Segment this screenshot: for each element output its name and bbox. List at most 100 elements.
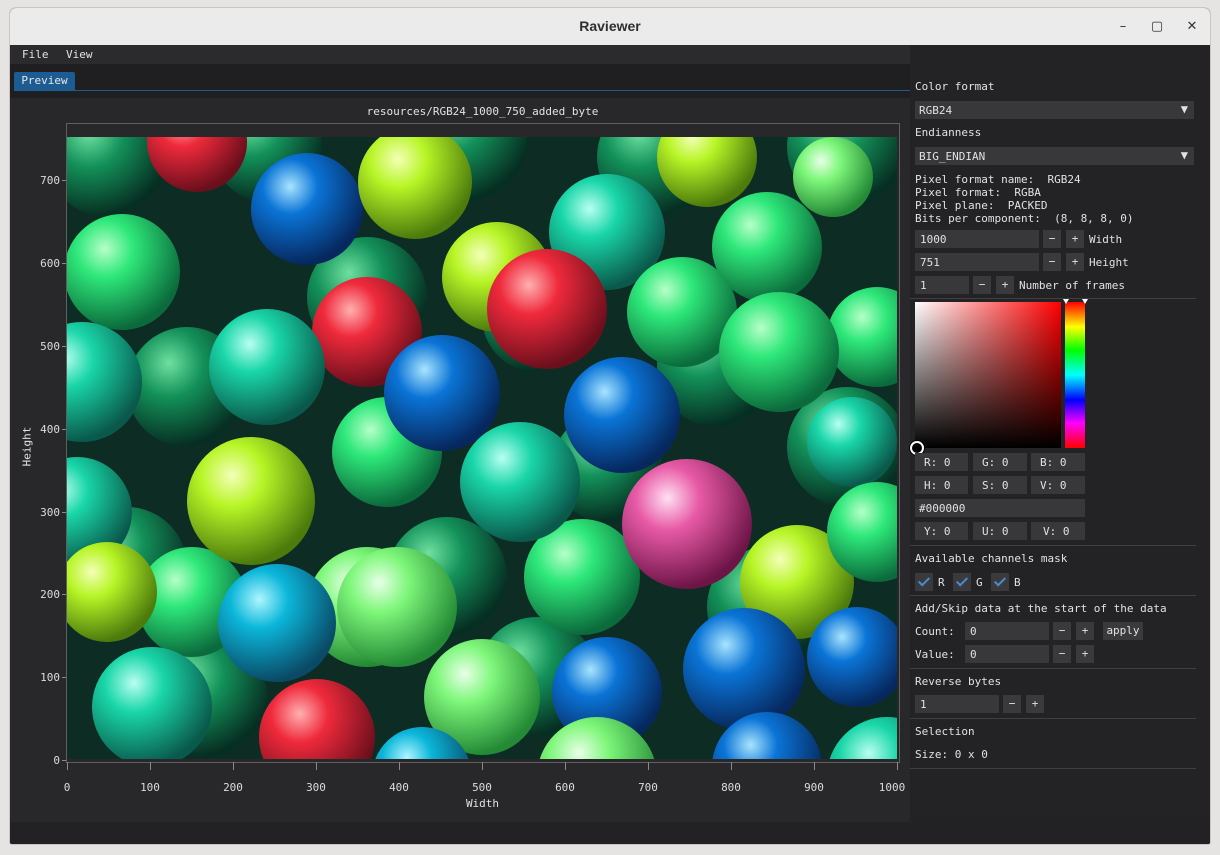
window-title: Raviewer (579, 18, 641, 34)
width-label: Width (1089, 233, 1123, 246)
channels-mask-label: Available channels mask (915, 552, 1068, 565)
endianness-select[interactable]: BIG_ENDIAN ▼ (915, 147, 1194, 165)
minimize-button[interactable]: – (1113, 17, 1133, 37)
x-tick-label: 600 (555, 781, 575, 794)
frames-increment-button[interactable]: + (996, 276, 1014, 294)
x-tick-label: 100 (140, 781, 160, 794)
pixel-plane: Pixel plane: PACKED (915, 199, 1048, 212)
x-tick (648, 762, 649, 770)
y-tick (62, 594, 66, 595)
y-tick (62, 760, 66, 761)
tab-preview[interactable]: Preview (14, 72, 75, 90)
menu-file[interactable]: File (22, 48, 49, 61)
count-increment-button[interactable]: + (1076, 622, 1094, 640)
pixel-format: Pixel format: RGBA (915, 186, 1041, 199)
reverse-bytes-input[interactable]: 1 (915, 695, 999, 713)
separator (910, 768, 1196, 769)
y-field[interactable]: Y: 0 (915, 522, 968, 540)
color-format-label: Color format (915, 80, 995, 93)
height-input[interactable]: 751 (915, 253, 1039, 271)
y-tick (62, 512, 66, 513)
image-preview[interactable] (67, 137, 897, 759)
x-tick (897, 762, 898, 770)
dropdown-arrow-icon: ▼ (1180, 102, 1188, 116)
count-input[interactable]: 0 (965, 622, 1049, 640)
x-tick-label: 1000 (878, 781, 906, 794)
channel-b-checkbox[interactable] (991, 573, 1009, 591)
height-decrement-button[interactable]: − (1043, 253, 1061, 271)
frames-input[interactable]: 1 (915, 276, 969, 294)
bits-per-component: Bits per component: (8, 8, 8, 0) (915, 212, 1134, 225)
b-field[interactable]: B: 0 (1031, 453, 1085, 471)
x-tick (316, 762, 317, 770)
x-tick (233, 762, 234, 770)
selection-label: Selection (915, 725, 975, 738)
separator (910, 595, 1196, 596)
h-field[interactable]: H: 0 (915, 476, 968, 494)
status-bar (10, 822, 1210, 844)
x-tick-label: 500 (472, 781, 492, 794)
value-input[interactable]: 0 (965, 645, 1049, 663)
v2-field[interactable]: V: 0 (1031, 522, 1085, 540)
y-tick-label: 400 (40, 423, 60, 436)
color-picker-sv-area[interactable] (915, 302, 1061, 448)
reverse-increment-button[interactable]: + (1026, 695, 1044, 713)
value-increment-button[interactable]: + (1076, 645, 1094, 663)
y-axis-label: Height (20, 426, 34, 467)
hex-field[interactable]: #000000 (915, 499, 1085, 517)
width-increment-button[interactable]: + (1066, 230, 1084, 248)
y-tick (62, 263, 66, 264)
endianness-label: Endianness (915, 126, 982, 139)
endianness-value: BIG_ENDIAN (919, 150, 986, 163)
g-field[interactable]: G: 0 (973, 453, 1027, 471)
y-tick-label: 500 (40, 340, 60, 353)
x-tick-label: 700 (638, 781, 658, 794)
x-tick-label: 400 (389, 781, 409, 794)
y-tick-label: 0 (53, 754, 60, 767)
hue-marker-icon (1082, 299, 1088, 304)
v-field[interactable]: V: 0 (1031, 476, 1085, 494)
maximize-button[interactable]: ▢ (1147, 17, 1167, 37)
reverse-decrement-button[interactable]: − (1003, 695, 1021, 713)
menu-bar: File View (10, 45, 910, 64)
x-tick-label: 300 (306, 781, 326, 794)
channel-g-checkbox[interactable] (953, 573, 971, 591)
count-label: Count: (915, 625, 955, 638)
channel-g-label: G (976, 576, 983, 589)
addskip-label: Add/Skip data at the start of the data (915, 602, 1167, 615)
width-input[interactable]: 1000 (915, 230, 1039, 248)
width-decrement-button[interactable]: − (1043, 230, 1061, 248)
separator (910, 545, 1196, 546)
channel-r-checkbox[interactable] (915, 573, 933, 591)
height-increment-button[interactable]: + (1066, 253, 1084, 271)
pixel-format-name: Pixel format name: RGB24 (915, 173, 1081, 186)
app-window: Raviewer – ▢ ✕ File View Preview resourc… (10, 8, 1210, 844)
x-tick (67, 762, 68, 770)
value-decrement-button[interactable]: − (1053, 645, 1071, 663)
separator (910, 668, 1196, 669)
titlebar: Raviewer – ▢ ✕ (10, 8, 1210, 46)
menu-view[interactable]: View (66, 48, 93, 61)
r-field[interactable]: R: 0 (915, 453, 968, 471)
color-picker-hue-bar[interactable] (1065, 302, 1085, 448)
count-decrement-button[interactable]: − (1053, 622, 1071, 640)
x-tick (482, 762, 483, 770)
x-tick-label: 900 (804, 781, 824, 794)
tab-underline (14, 90, 910, 91)
color-format-select[interactable]: RGB24 ▼ (915, 101, 1194, 119)
y-tick (62, 677, 66, 678)
close-button[interactable]: ✕ (1182, 17, 1202, 37)
s-field[interactable]: S: 0 (973, 476, 1027, 494)
x-tick (565, 762, 566, 770)
hue-marker-icon (1063, 299, 1069, 304)
y-tick (62, 429, 66, 430)
y-tick (62, 346, 66, 347)
dropdown-arrow-icon: ▼ (1180, 148, 1188, 162)
frames-decrement-button[interactable]: − (973, 276, 991, 294)
x-tick-label: 0 (63, 781, 71, 794)
u-field[interactable]: U: 0 (973, 522, 1027, 540)
apply-button[interactable]: apply (1103, 622, 1143, 640)
y-tick (62, 180, 66, 181)
separator (910, 298, 1196, 299)
settings-panel: Color format RGB24 ▼ Endianness BIG_ENDI… (910, 45, 1210, 822)
